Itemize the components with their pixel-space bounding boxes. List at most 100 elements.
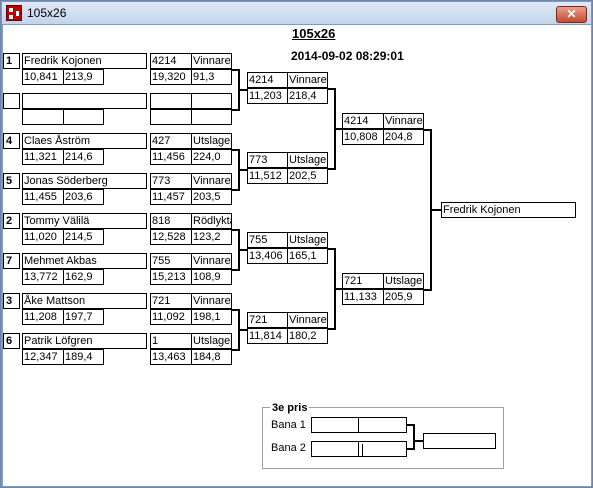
car-number-field: 4214	[247, 72, 288, 88]
speed-field: 203,6	[63, 189, 104, 205]
elapsed-time-field: 10,808	[342, 129, 384, 145]
title-bar: 105x26 ✕	[2, 2, 591, 24]
car-number-field: 773	[247, 152, 288, 168]
car-number-field	[150, 93, 192, 109]
elapsed-time-field: 11,133	[342, 289, 384, 305]
reaction-time-field: 11,455	[22, 189, 64, 205]
bracket-line	[413, 440, 423, 442]
seed-number: 3	[3, 293, 20, 309]
lane1-num-field[interactable]	[311, 417, 359, 433]
bracket-line	[238, 249, 247, 251]
close-button[interactable]: ✕	[556, 6, 587, 23]
speed-field: 91,3	[191, 69, 232, 85]
reaction-time-field: 11,208	[22, 309, 64, 325]
car-number-field: 721	[342, 273, 384, 289]
reaction-time-field: 11,321	[22, 149, 64, 165]
run-status-field: Utslagen	[191, 333, 232, 349]
seed-number: 1	[3, 53, 20, 69]
speed-field: 123,2	[191, 229, 232, 245]
text-caret	[362, 444, 363, 456]
datetime-label: 2014-09-02 08:29:01	[291, 49, 404, 63]
bracket-line	[334, 288, 342, 290]
player-name-field: Åke Mattson	[22, 293, 147, 309]
elapsed-time-field: 13,463	[150, 349, 192, 365]
elapsed-time-field: 19,320	[150, 69, 192, 85]
page-title: 105x26	[292, 26, 336, 41]
speed-field: 213,9	[63, 69, 104, 85]
car-number-field: 4214	[150, 53, 192, 69]
run-status-field: Vinnare	[287, 312, 328, 328]
player-name-field	[22, 93, 147, 109]
speed-field	[63, 109, 104, 125]
speed-field: 214,5	[63, 229, 104, 245]
seed-number: 2	[3, 213, 20, 229]
car-number-field: 773	[150, 173, 192, 189]
speed-field: 198,1	[191, 309, 232, 325]
lane2-num-field[interactable]	[311, 441, 359, 457]
player-name-field: Claes Åström	[22, 133, 147, 149]
speed-field: 165,1	[287, 248, 328, 264]
third-place-result-field[interactable]	[423, 433, 496, 449]
speed-field: 218,4	[287, 88, 328, 104]
car-number-field: 721	[247, 312, 288, 328]
car-number-field: 4214	[342, 113, 384, 129]
speed-field: 202,5	[287, 168, 328, 184]
speed-field: 189,4	[63, 349, 104, 365]
reaction-time-field	[22, 109, 64, 125]
elapsed-time-field: 11,092	[150, 309, 192, 325]
bracket-line	[238, 89, 247, 91]
speed-field: 108,9	[191, 269, 232, 285]
reaction-time-field: 12,347	[22, 349, 64, 365]
run-status-field: Vinnare	[191, 293, 232, 309]
run-status-field: Utslagen	[287, 152, 328, 168]
lane2-status-field[interactable]	[358, 441, 407, 457]
seed-number: 6	[3, 333, 20, 349]
player-name-field: Fredrik Kojonen	[22, 53, 147, 69]
lane2-label: Bana 2	[271, 442, 306, 454]
run-status-field: Utslagen	[287, 232, 328, 248]
speed-field: 203,5	[191, 189, 232, 205]
lane1-label: Bana 1	[271, 419, 306, 431]
car-number-field: 721	[150, 293, 192, 309]
bracket-line	[430, 209, 441, 211]
speed-field: 184,8	[191, 349, 232, 365]
seed-number: 5	[3, 173, 20, 189]
lane1-status-field[interactable]	[358, 417, 407, 433]
reaction-time-field: 10,841	[22, 69, 64, 85]
elapsed-time-field: 11,457	[150, 189, 192, 205]
player-name-field: Mehmet Akbas	[22, 253, 147, 269]
car-number-field: 818	[150, 213, 192, 229]
run-status-field: Rödlykta	[191, 213, 232, 229]
player-name-field: Patrik Löfgren	[22, 333, 147, 349]
player-name-field: Jonas Söderberg	[22, 173, 147, 189]
elapsed-time-field: 11,512	[247, 168, 288, 184]
run-status-field: Utslagen	[191, 133, 232, 149]
reaction-time-field: 11,020	[22, 229, 64, 245]
app-film-icon	[6, 5, 22, 21]
elapsed-time-field: 13,406	[247, 248, 288, 264]
seed-number: 7	[3, 253, 20, 269]
bracket-line	[238, 169, 247, 171]
elapsed-time-field: 12,528	[150, 229, 192, 245]
player-name-field: Tommy Välilä	[22, 213, 147, 229]
window-title: 105x26	[27, 6, 67, 20]
car-number-field: 755	[150, 253, 192, 269]
speed-field: 205,9	[383, 289, 424, 305]
run-status-field: Vinnare	[383, 113, 424, 129]
speed-field: 162,9	[63, 269, 104, 285]
run-status-field	[191, 93, 232, 109]
run-status-field: Vinnare	[287, 72, 328, 88]
elapsed-time-field	[150, 109, 192, 125]
elapsed-time-field: 11,456	[150, 149, 192, 165]
car-number-field: 427	[150, 133, 192, 149]
speed-field: 197,7	[63, 309, 104, 325]
car-number-field: 755	[247, 232, 288, 248]
final-winner-field: Fredrik Kojonen	[441, 202, 576, 218]
speed-field	[191, 109, 232, 125]
bracket-line	[238, 329, 247, 331]
bracket-line	[413, 424, 415, 450]
elapsed-time-field: 11,203	[247, 88, 288, 104]
seed-number	[3, 93, 20, 109]
car-number-field: 1	[150, 333, 192, 349]
speed-field: 224,0	[191, 149, 232, 165]
